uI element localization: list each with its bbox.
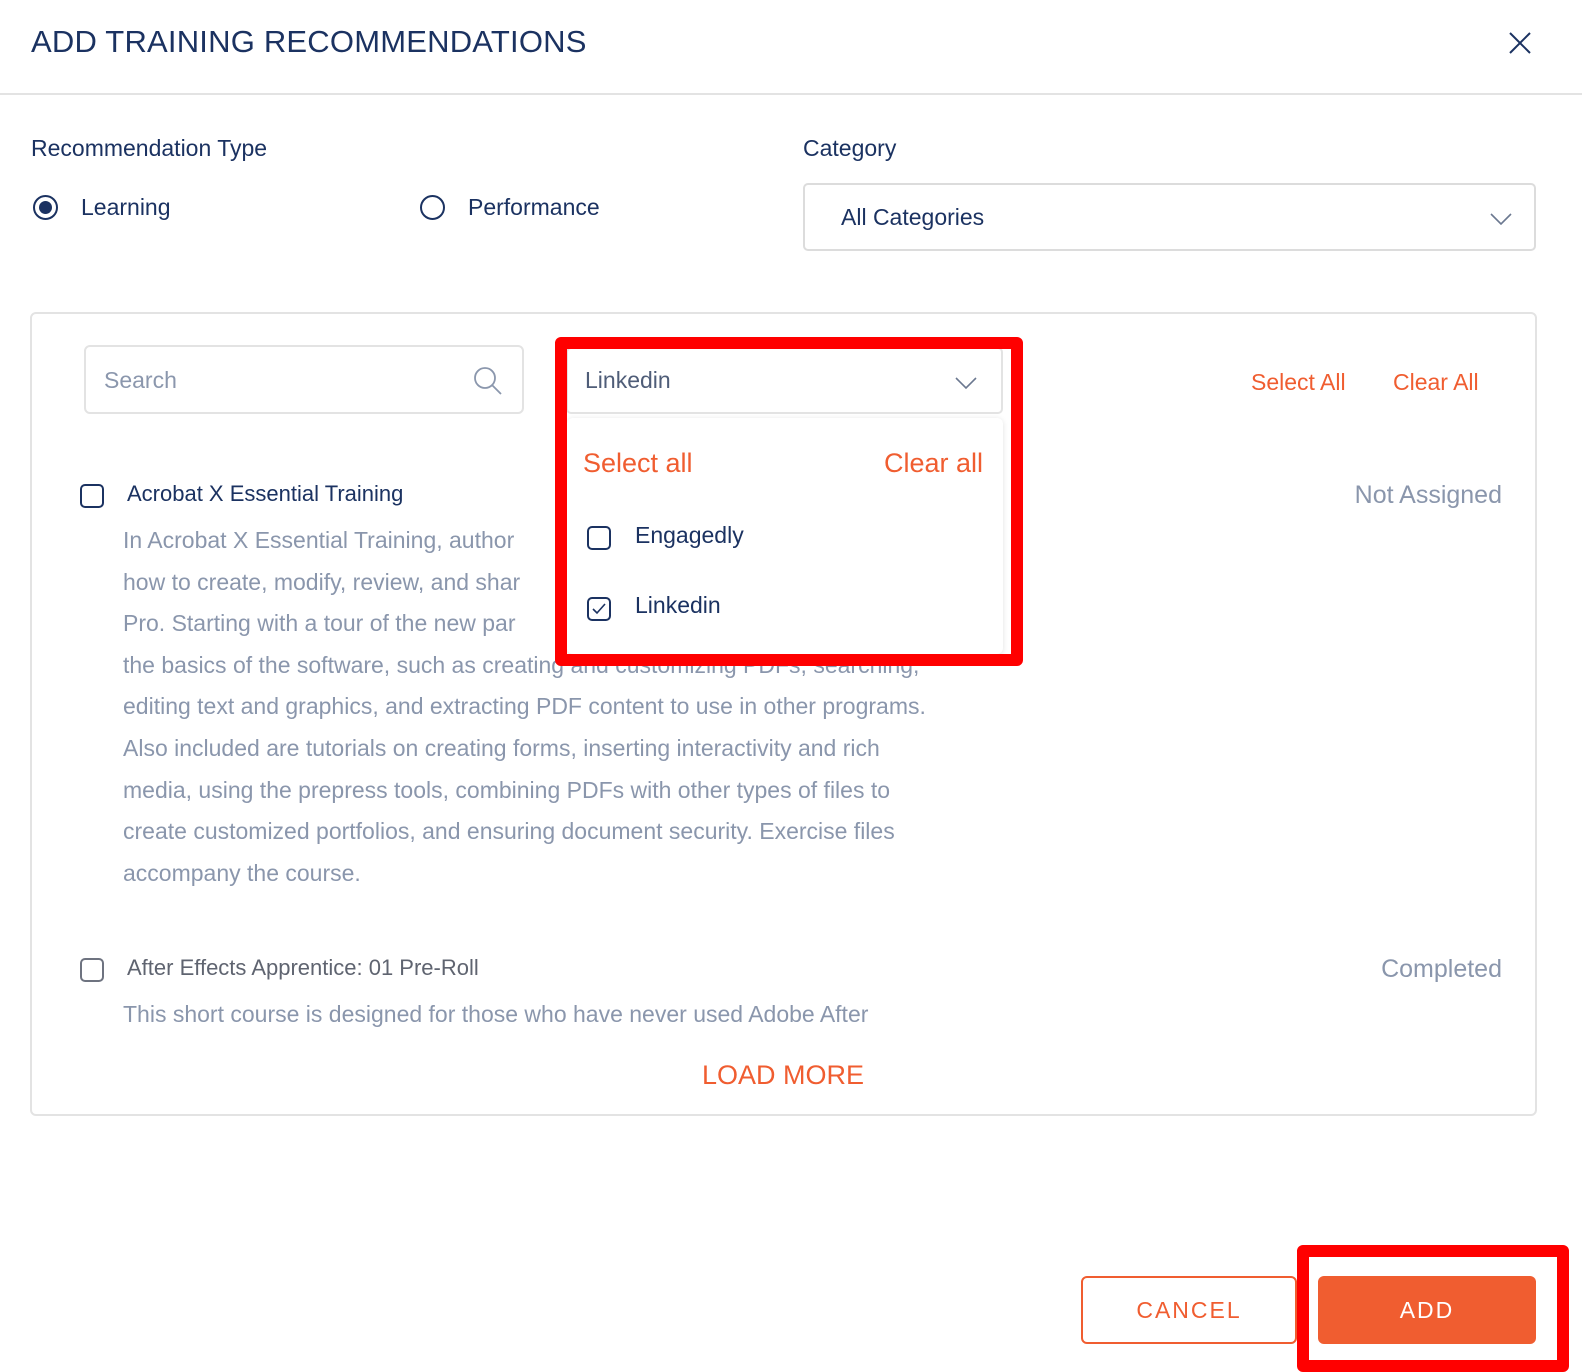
category-select-value: All Categories: [841, 204, 985, 230]
chevron-down-icon: [955, 377, 977, 390]
course-status: Completed: [1381, 955, 1502, 983]
option-label-linkedin[interactable]: Linkedin: [635, 592, 721, 619]
search-input[interactable]: [104, 361, 464, 399]
option-label-engagedly[interactable]: Engagedly: [635, 522, 744, 549]
add-button[interactable]: ADD: [1318, 1276, 1536, 1344]
course-checkbox[interactable]: [80, 484, 104, 508]
radio-learning-label: Learning: [81, 194, 171, 220]
clear-all-link[interactable]: Clear All: [1393, 369, 1479, 396]
description-line: Also included are tutorials on creating …: [123, 734, 880, 761]
course-checkbox[interactable]: [80, 958, 104, 982]
option-checkbox-engagedly[interactable]: [587, 526, 611, 550]
dropdown-clear-all[interactable]: Clear all: [884, 448, 983, 479]
chevron-down-icon: [1490, 213, 1512, 226]
close-button[interactable]: [1504, 27, 1536, 59]
dialog-header: ADD TRAINING RECOMMENDATIONS: [0, 0, 1582, 95]
category-label: Category: [803, 135, 897, 161]
select-all-link[interactable]: Select All: [1251, 369, 1346, 396]
recommendation-type-label: Recommendation Type: [31, 135, 268, 161]
radio-performance[interactable]: Performance: [420, 194, 600, 221]
course-title: Acrobat X Essential Training: [127, 481, 404, 506]
dialog-title: ADD TRAINING RECOMMENDATIONS: [31, 24, 587, 59]
cancel-button[interactable]: CANCEL: [1081, 1276, 1297, 1344]
close-icon: [1509, 32, 1531, 54]
course-title: After Effects Apprentice: 01 Pre-Roll: [127, 955, 479, 980]
checkmark-icon: [592, 603, 606, 615]
description-line: media, using the prepress tools, combini…: [123, 776, 891, 803]
category-select[interactable]: All Categories: [803, 183, 1536, 251]
search-box: [84, 345, 524, 414]
course-status: Not Assigned: [1354, 481, 1502, 509]
source-dropdown-panel: Select all Clear all Engagedly Linkedin: [567, 418, 1003, 654]
description-line: create customized portfolios, and ensuri…: [123, 818, 895, 845]
radio-performance-indicator[interactable]: [420, 195, 445, 220]
description-line: accompany the course.: [123, 859, 361, 886]
dropdown-select-all[interactable]: Select all: [583, 448, 693, 479]
load-more-button[interactable]: LOAD MORE: [0, 1060, 1566, 1091]
description-line: editing text and graphics, and extractin…: [123, 693, 926, 720]
radio-learning-indicator[interactable]: [33, 195, 58, 220]
source-select-value: Linkedin: [585, 367, 671, 393]
radio-learning[interactable]: Learning: [33, 194, 171, 221]
course-description: This short course is designed for those …: [123, 994, 868, 1036]
source-select[interactable]: Linkedin: [566, 347, 1003, 414]
option-checkbox-linkedin[interactable]: [587, 597, 611, 621]
radio-performance-label: Performance: [468, 194, 600, 220]
description-line: This short course is designed for those …: [123, 1001, 869, 1027]
search-icon[interactable]: [472, 365, 504, 397]
